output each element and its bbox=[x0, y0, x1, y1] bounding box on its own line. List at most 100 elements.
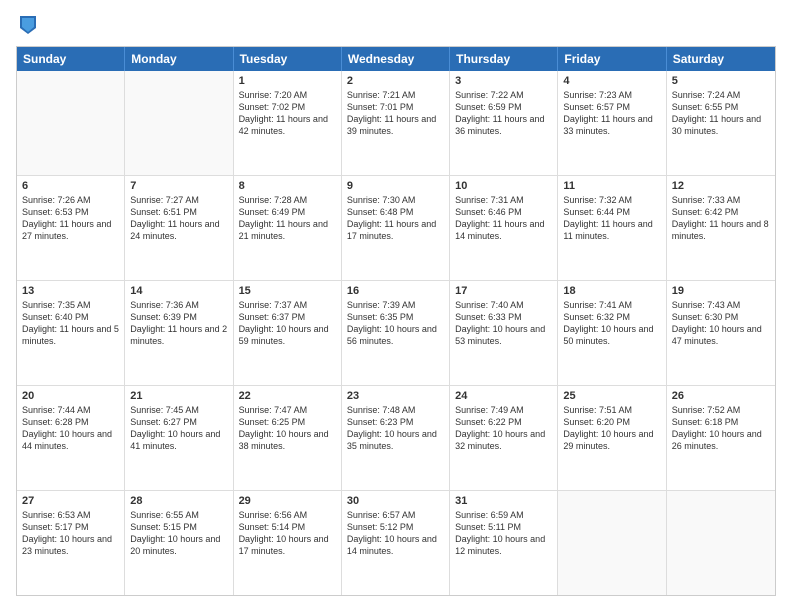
day-number: 1 bbox=[239, 75, 336, 87]
calendar: SundayMondayTuesdayWednesdayThursdayFrid… bbox=[16, 46, 776, 596]
calendar-cell-3-5: 25 Sunrise: 7:51 AMSunset: 6:20 PMDayligh… bbox=[558, 386, 666, 490]
cell-details: Sunrise: 7:23 AMSunset: 6:57 PMDaylight:… bbox=[563, 89, 660, 138]
calendar-cell-0-6: 5Sunrise: 7:24 AMSunset: 6:55 PMDaylight… bbox=[667, 71, 775, 175]
calendar-cell-3-0: 20 Sunrise: 7:44 AMSunset: 6:28 PMDayligh… bbox=[17, 386, 125, 490]
day-number: 14 bbox=[130, 285, 227, 297]
cell-details: Sunrise: 7:41 AMSunset: 6:32 PMDaylight:… bbox=[563, 299, 660, 348]
day-number: 20 bbox=[22, 390, 119, 402]
cell-details: Sunrise: 7:27 AMSunset: 6:51 PMDaylight:… bbox=[130, 194, 227, 243]
day-number: 28 bbox=[130, 495, 227, 507]
calendar-cell-1-4: 10 Sunrise: 7:31 AMSunset: 6:46 PMDayligh… bbox=[450, 176, 558, 280]
day-number: 26 bbox=[672, 390, 770, 402]
cell-details: Sunrise: 7:22 AMSunset: 6:59 PMDaylight:… bbox=[455, 89, 552, 138]
day-number: 7 bbox=[130, 180, 227, 192]
calendar-cell-1-0: 6 Sunrise: 7:26 AMSunset: 6:53 PMDaylight… bbox=[17, 176, 125, 280]
calendar-cell-0-4: 3Sunrise: 7:22 AMSunset: 6:59 PMDaylight… bbox=[450, 71, 558, 175]
cell-details: Sunrise: 7:47 AMSunset: 6:25 PMDaylight:… bbox=[239, 404, 336, 453]
calendar-cell-4-2: 29 Sunrise: 6:56 AMSunset: 5:14 PMDayligh… bbox=[234, 491, 342, 595]
cell-details: Sunrise: 7:39 AMSunset: 6:35 PMDaylight:… bbox=[347, 299, 444, 348]
calendar-cell-4-1: 28 Sunrise: 6:55 AMSunset: 5:15 PMDayligh… bbox=[125, 491, 233, 595]
header-day-saturday: Saturday bbox=[667, 47, 775, 71]
calendar-row-1: 6 Sunrise: 7:26 AMSunset: 6:53 PMDaylight… bbox=[17, 176, 775, 281]
cell-details: Sunrise: 6:56 AMSunset: 5:14 PMDaylight:… bbox=[239, 509, 336, 558]
calendar-cell-2-6: 19 Sunrise: 7:43 AMSunset: 6:30 PMDayligh… bbox=[667, 281, 775, 385]
cell-details: Sunrise: 7:51 AMSunset: 6:20 PMDaylight:… bbox=[563, 404, 660, 453]
day-number: 9 bbox=[347, 180, 444, 192]
day-number: 25 bbox=[563, 390, 660, 402]
calendar-cell-2-0: 13Sunrise: 7:35 AMSunset: 6:40 PMDayligh… bbox=[17, 281, 125, 385]
day-number: 19 bbox=[672, 285, 770, 297]
logo bbox=[16, 16, 40, 36]
cell-details: Sunrise: 7:45 AMSunset: 6:27 PMDaylight:… bbox=[130, 404, 227, 453]
calendar-cell-0-1 bbox=[125, 71, 233, 175]
day-number: 12 bbox=[672, 180, 770, 192]
logo-icon bbox=[18, 14, 40, 36]
cell-details: Sunrise: 7:40 AMSunset: 6:33 PMDaylight:… bbox=[455, 299, 552, 348]
header-day-friday: Friday bbox=[558, 47, 666, 71]
day-number: 15 bbox=[239, 285, 336, 297]
cell-details: Sunrise: 7:49 AMSunset: 6:22 PMDaylight:… bbox=[455, 404, 552, 453]
calendar-row-2: 13Sunrise: 7:35 AMSunset: 6:40 PMDayligh… bbox=[17, 281, 775, 386]
calendar-row-4: 27Sunrise: 6:53 AMSunset: 5:17 PMDayligh… bbox=[17, 491, 775, 595]
header-day-monday: Monday bbox=[125, 47, 233, 71]
day-number: 6 bbox=[22, 180, 119, 192]
day-number: 23 bbox=[347, 390, 444, 402]
day-number: 10 bbox=[455, 180, 552, 192]
calendar-cell-1-1: 7 Sunrise: 7:27 AMSunset: 6:51 PMDaylight… bbox=[125, 176, 233, 280]
cell-details: Sunrise: 7:31 AMSunset: 6:46 PMDaylight:… bbox=[455, 194, 552, 243]
calendar-cell-3-4: 24 Sunrise: 7:49 AMSunset: 6:22 PMDayligh… bbox=[450, 386, 558, 490]
calendar-cell-0-2: 1 Sunrise: 7:20 AMSunset: 7:02 PMDaylight… bbox=[234, 71, 342, 175]
cell-details: Sunrise: 7:33 AMSunset: 6:42 PMDaylight:… bbox=[672, 194, 770, 243]
day-number: 22 bbox=[239, 390, 336, 402]
day-number: 18 bbox=[563, 285, 660, 297]
calendar-cell-2-4: 17 Sunrise: 7:40 AMSunset: 6:33 PMDayligh… bbox=[450, 281, 558, 385]
calendar-row-3: 20 Sunrise: 7:44 AMSunset: 6:28 PMDayligh… bbox=[17, 386, 775, 491]
calendar-row-0: 1 Sunrise: 7:20 AMSunset: 7:02 PMDaylight… bbox=[17, 71, 775, 176]
cell-details: Sunrise: 7:44 AMSunset: 6:28 PMDaylight:… bbox=[22, 404, 119, 453]
cell-details: Sunrise: 7:20 AMSunset: 7:02 PMDaylight:… bbox=[239, 89, 336, 138]
calendar-cell-4-3: 30 Sunrise: 6:57 AMSunset: 5:12 PMDayligh… bbox=[342, 491, 450, 595]
cell-details: Sunrise: 7:32 AMSunset: 6:44 PMDaylight:… bbox=[563, 194, 660, 243]
day-number: 11 bbox=[563, 180, 660, 192]
cell-details: Sunrise: 7:52 AMSunset: 6:18 PMDaylight:… bbox=[672, 404, 770, 453]
calendar-body: 1 Sunrise: 7:20 AMSunset: 7:02 PMDaylight… bbox=[17, 71, 775, 595]
calendar-cell-3-3: 23 Sunrise: 7:48 AMSunset: 6:23 PMDayligh… bbox=[342, 386, 450, 490]
calendar-cell-1-6: 12 Sunrise: 7:33 AMSunset: 6:42 PMDayligh… bbox=[667, 176, 775, 280]
header bbox=[16, 16, 776, 36]
day-number: 2 bbox=[347, 75, 444, 87]
cell-details: Sunrise: 7:24 AMSunset: 6:55 PMDaylight:… bbox=[672, 89, 770, 138]
cell-details: Sunrise: 7:35 AMSunset: 6:40 PMDaylight:… bbox=[22, 299, 119, 348]
header-day-tuesday: Tuesday bbox=[234, 47, 342, 71]
cell-details: Sunrise: 7:28 AMSunset: 6:49 PMDaylight:… bbox=[239, 194, 336, 243]
day-number: 4 bbox=[563, 75, 660, 87]
calendar-cell-3-2: 22 Sunrise: 7:47 AMSunset: 6:25 PMDayligh… bbox=[234, 386, 342, 490]
calendar-page: SundayMondayTuesdayWednesdayThursdayFrid… bbox=[0, 0, 792, 612]
day-number: 31 bbox=[455, 495, 552, 507]
calendar-cell-0-5: 4 Sunrise: 7:23 AMSunset: 6:57 PMDaylight… bbox=[558, 71, 666, 175]
day-number: 29 bbox=[239, 495, 336, 507]
cell-details: Sunrise: 7:48 AMSunset: 6:23 PMDaylight:… bbox=[347, 404, 444, 453]
cell-details: Sunrise: 7:21 AMSunset: 7:01 PMDaylight:… bbox=[347, 89, 444, 138]
calendar-cell-3-6: 26 Sunrise: 7:52 AMSunset: 6:18 PMDayligh… bbox=[667, 386, 775, 490]
header-day-thursday: Thursday bbox=[450, 47, 558, 71]
calendar-cell-4-0: 27Sunrise: 6:53 AMSunset: 5:17 PMDayligh… bbox=[17, 491, 125, 595]
calendar-cell-1-3: 9Sunrise: 7:30 AMSunset: 6:48 PMDaylight… bbox=[342, 176, 450, 280]
calendar-cell-3-1: 21 Sunrise: 7:45 AMSunset: 6:27 PMDayligh… bbox=[125, 386, 233, 490]
cell-details: Sunrise: 7:43 AMSunset: 6:30 PMDaylight:… bbox=[672, 299, 770, 348]
cell-details: Sunrise: 6:55 AMSunset: 5:15 PMDaylight:… bbox=[130, 509, 227, 558]
day-number: 24 bbox=[455, 390, 552, 402]
day-number: 30 bbox=[347, 495, 444, 507]
cell-details: Sunrise: 6:57 AMSunset: 5:12 PMDaylight:… bbox=[347, 509, 444, 558]
day-number: 17 bbox=[455, 285, 552, 297]
cell-details: Sunrise: 6:53 AMSunset: 5:17 PMDaylight:… bbox=[22, 509, 119, 558]
calendar-cell-2-1: 14Sunrise: 7:36 AMSunset: 6:39 PMDayligh… bbox=[125, 281, 233, 385]
calendar-cell-4-4: 31Sunrise: 6:59 AMSunset: 5:11 PMDayligh… bbox=[450, 491, 558, 595]
calendar-cell-1-5: 11 Sunrise: 7:32 AMSunset: 6:44 PMDayligh… bbox=[558, 176, 666, 280]
header-day-sunday: Sunday bbox=[17, 47, 125, 71]
calendar-cell-1-2: 8Sunrise: 7:28 AMSunset: 6:49 PMDaylight… bbox=[234, 176, 342, 280]
calendar-header: SundayMondayTuesdayWednesdayThursdayFrid… bbox=[17, 47, 775, 71]
day-number: 21 bbox=[130, 390, 227, 402]
calendar-cell-2-2: 15Sunrise: 7:37 AMSunset: 6:37 PMDayligh… bbox=[234, 281, 342, 385]
calendar-cell-4-5 bbox=[558, 491, 666, 595]
cell-details: Sunrise: 7:26 AMSunset: 6:53 PMDaylight:… bbox=[22, 194, 119, 243]
